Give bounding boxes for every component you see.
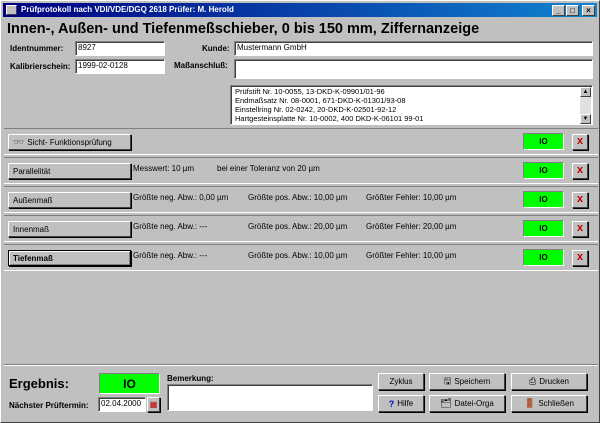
aussenmass-button[interactable]: Außenmaß	[8, 192, 131, 208]
list-item[interactable]: Einstellring Nr. 02-0242, 20-DKD-K-02501…	[235, 105, 396, 114]
hilfe-button[interactable]: ? Hilfe	[378, 395, 424, 412]
pruftermin-input[interactable]: 02.04.2000	[98, 397, 146, 412]
test-row-parallel: Parallelität Messwert: 10 µm bei einer T…	[4, 157, 598, 184]
minimize-button[interactable]: _	[552, 5, 565, 16]
close-button[interactable]: ×	[582, 5, 595, 16]
page-title: Innen-, Außen- und Tiefenmeßschieber, 0 …	[7, 21, 480, 37]
file-organize-icon: 🗂	[440, 398, 452, 408]
ergebnis-label: Ergebnis:	[9, 376, 69, 391]
drucken-button[interactable]: ⎙ Drucken	[511, 373, 587, 390]
test-row-sicht: 👓 Sicht- Funktionsprüfung IO x	[4, 128, 598, 155]
test-row-innen: Innenmaß Größte neg. Abw.: --- Größte po…	[4, 215, 598, 242]
footer-divider	[4, 365, 598, 366]
sicht-funktion-label: Sicht- Funktionsprüfung	[27, 137, 112, 147]
scroll-up-icon[interactable]: ▲	[580, 87, 591, 97]
kalib-label: Kalibrierschein:	[10, 62, 71, 71]
row-text-2: Größte pos. Abw.: 10,00 µm	[248, 193, 348, 202]
row-text-1: Messwert: 10 µm	[133, 164, 195, 173]
ident-label: Identnummer:	[10, 44, 64, 53]
row-text-1: Größte neg. Abw.: ---	[133, 251, 208, 260]
window-title: Prüfprotokoll nach VDI/VDE/DGQ 2618 Prüf…	[21, 5, 234, 14]
app-window: Prüfprotokoll nach VDI/VDE/DGQ 2618 Prüf…	[0, 0, 600, 423]
speichern-label: Speichern	[454, 377, 491, 386]
delete-button-tiefen[interactable]: x	[572, 250, 588, 266]
result-badge-parallel[interactable]: IO	[523, 162, 564, 179]
bemerkung-textarea[interactable]	[167, 384, 373, 411]
app-icon[interactable]	[6, 5, 17, 15]
tiefenmass-button[interactable]: Tiefenmaß	[8, 250, 131, 266]
normals-list[interactable]: Prüfstift Nr. 10-0055, 13-DKD-K-09901/01…	[230, 85, 593, 125]
list-item[interactable]: Endmaßsatz Nr. 08-0001, 671-DKD-K-01301/…	[235, 96, 406, 105]
row-text-3: Größter Fehler: 20,00 µm	[366, 222, 457, 231]
kunde-label: Kunde:	[202, 44, 230, 53]
row-text-1: Größte neg. Abw.: ---	[133, 222, 208, 231]
test-row-aussen: Außenmaß Größte neg. Abw.: 0,00 µm Größt…	[4, 186, 598, 213]
ergebnis-badge: IO	[99, 373, 160, 394]
test-row-tiefen: Tiefenmaß Größte neg. Abw.: --- Größte p…	[4, 244, 598, 271]
zyklus-button[interactable]: Zyklus	[378, 373, 424, 390]
result-badge-innen[interactable]: IO	[523, 220, 564, 237]
row-text-2: Größte pos. Abw.: 10,00 µm	[248, 251, 348, 260]
speichern-button[interactable]: 🖫 Speichern	[429, 373, 505, 390]
pruftermin-label: Nächster Prüftermin:	[9, 401, 89, 410]
delete-button-innen[interactable]: x	[572, 221, 588, 237]
help-icon: ?	[388, 398, 395, 409]
parallelitaet-button[interactable]: Parallelität	[8, 163, 131, 179]
row-text-3: Größter Fehler: 10,00 µm	[366, 251, 457, 260]
kalib-input[interactable]: 1999-02-0128	[75, 59, 165, 74]
hilfe-label: Hilfe	[397, 399, 414, 408]
schliessen-button[interactable]: 🚪 Schließen	[511, 395, 587, 412]
delete-button-sicht[interactable]: x	[572, 134, 588, 150]
row-text-3: Größter Fehler: 10,00 µm	[366, 193, 457, 202]
drucken-label: Drucken	[539, 377, 569, 386]
scroll-down-icon[interactable]: ▼	[580, 114, 591, 124]
list-item[interactable]: Prüfstift Nr. 10-0055, 13-DKD-K-09901/01…	[235, 87, 385, 96]
innenmass-button[interactable]: Innenmaß	[8, 221, 131, 237]
kunde-input[interactable]: Mustermann GmbH	[234, 41, 593, 56]
zyklus-label: Zyklus	[389, 377, 413, 386]
bemerkung-label: Bemerkung:	[167, 374, 214, 383]
row-text-1: Größte neg. Abw.: 0,00 µm	[133, 193, 229, 202]
result-badge-sicht[interactable]: IO	[523, 133, 564, 150]
door-icon: 🚪	[524, 398, 536, 408]
delete-button-aussen[interactable]: x	[572, 192, 588, 208]
calendar-icon[interactable]: ▦	[147, 397, 160, 412]
save-icon: 🖫	[443, 375, 452, 386]
massanschluss-input[interactable]	[234, 59, 593, 79]
list-item[interactable]: Hartgesteinsplatte Nr. 10-0002, 400 DKD-…	[235, 114, 423, 123]
ident-input[interactable]: 8927	[75, 41, 165, 56]
printer-icon: ⎙	[529, 376, 537, 386]
glasses-icon: 👓	[13, 136, 25, 147]
sicht-funktion-button[interactable]: 👓 Sicht- Funktionsprüfung	[8, 134, 131, 150]
result-badge-aussen[interactable]: IO	[523, 191, 564, 208]
row-text-2: Größte pos. Abw.: 20,00 µm	[248, 222, 348, 231]
delete-button-parallel[interactable]: x	[572, 163, 588, 179]
list-scrollbar[interactable]: ▲ ▼	[580, 87, 591, 124]
schliessen-label: Schließen	[538, 399, 574, 408]
datei-orga-label: Datei-Orga	[454, 399, 494, 408]
row-text-2: bei einer Toleranz von 20 µm	[217, 164, 320, 173]
title-bar[interactable]: Prüfprotokoll nach VDI/VDE/DGQ 2618 Prüf…	[3, 3, 597, 17]
maximize-button[interactable]: □	[566, 5, 579, 16]
massanschluss-label: Maßanschluß:	[174, 61, 228, 70]
result-badge-tiefen[interactable]: IO	[523, 249, 564, 266]
datei-orga-button[interactable]: 🗂 Datei-Orga	[429, 395, 505, 412]
